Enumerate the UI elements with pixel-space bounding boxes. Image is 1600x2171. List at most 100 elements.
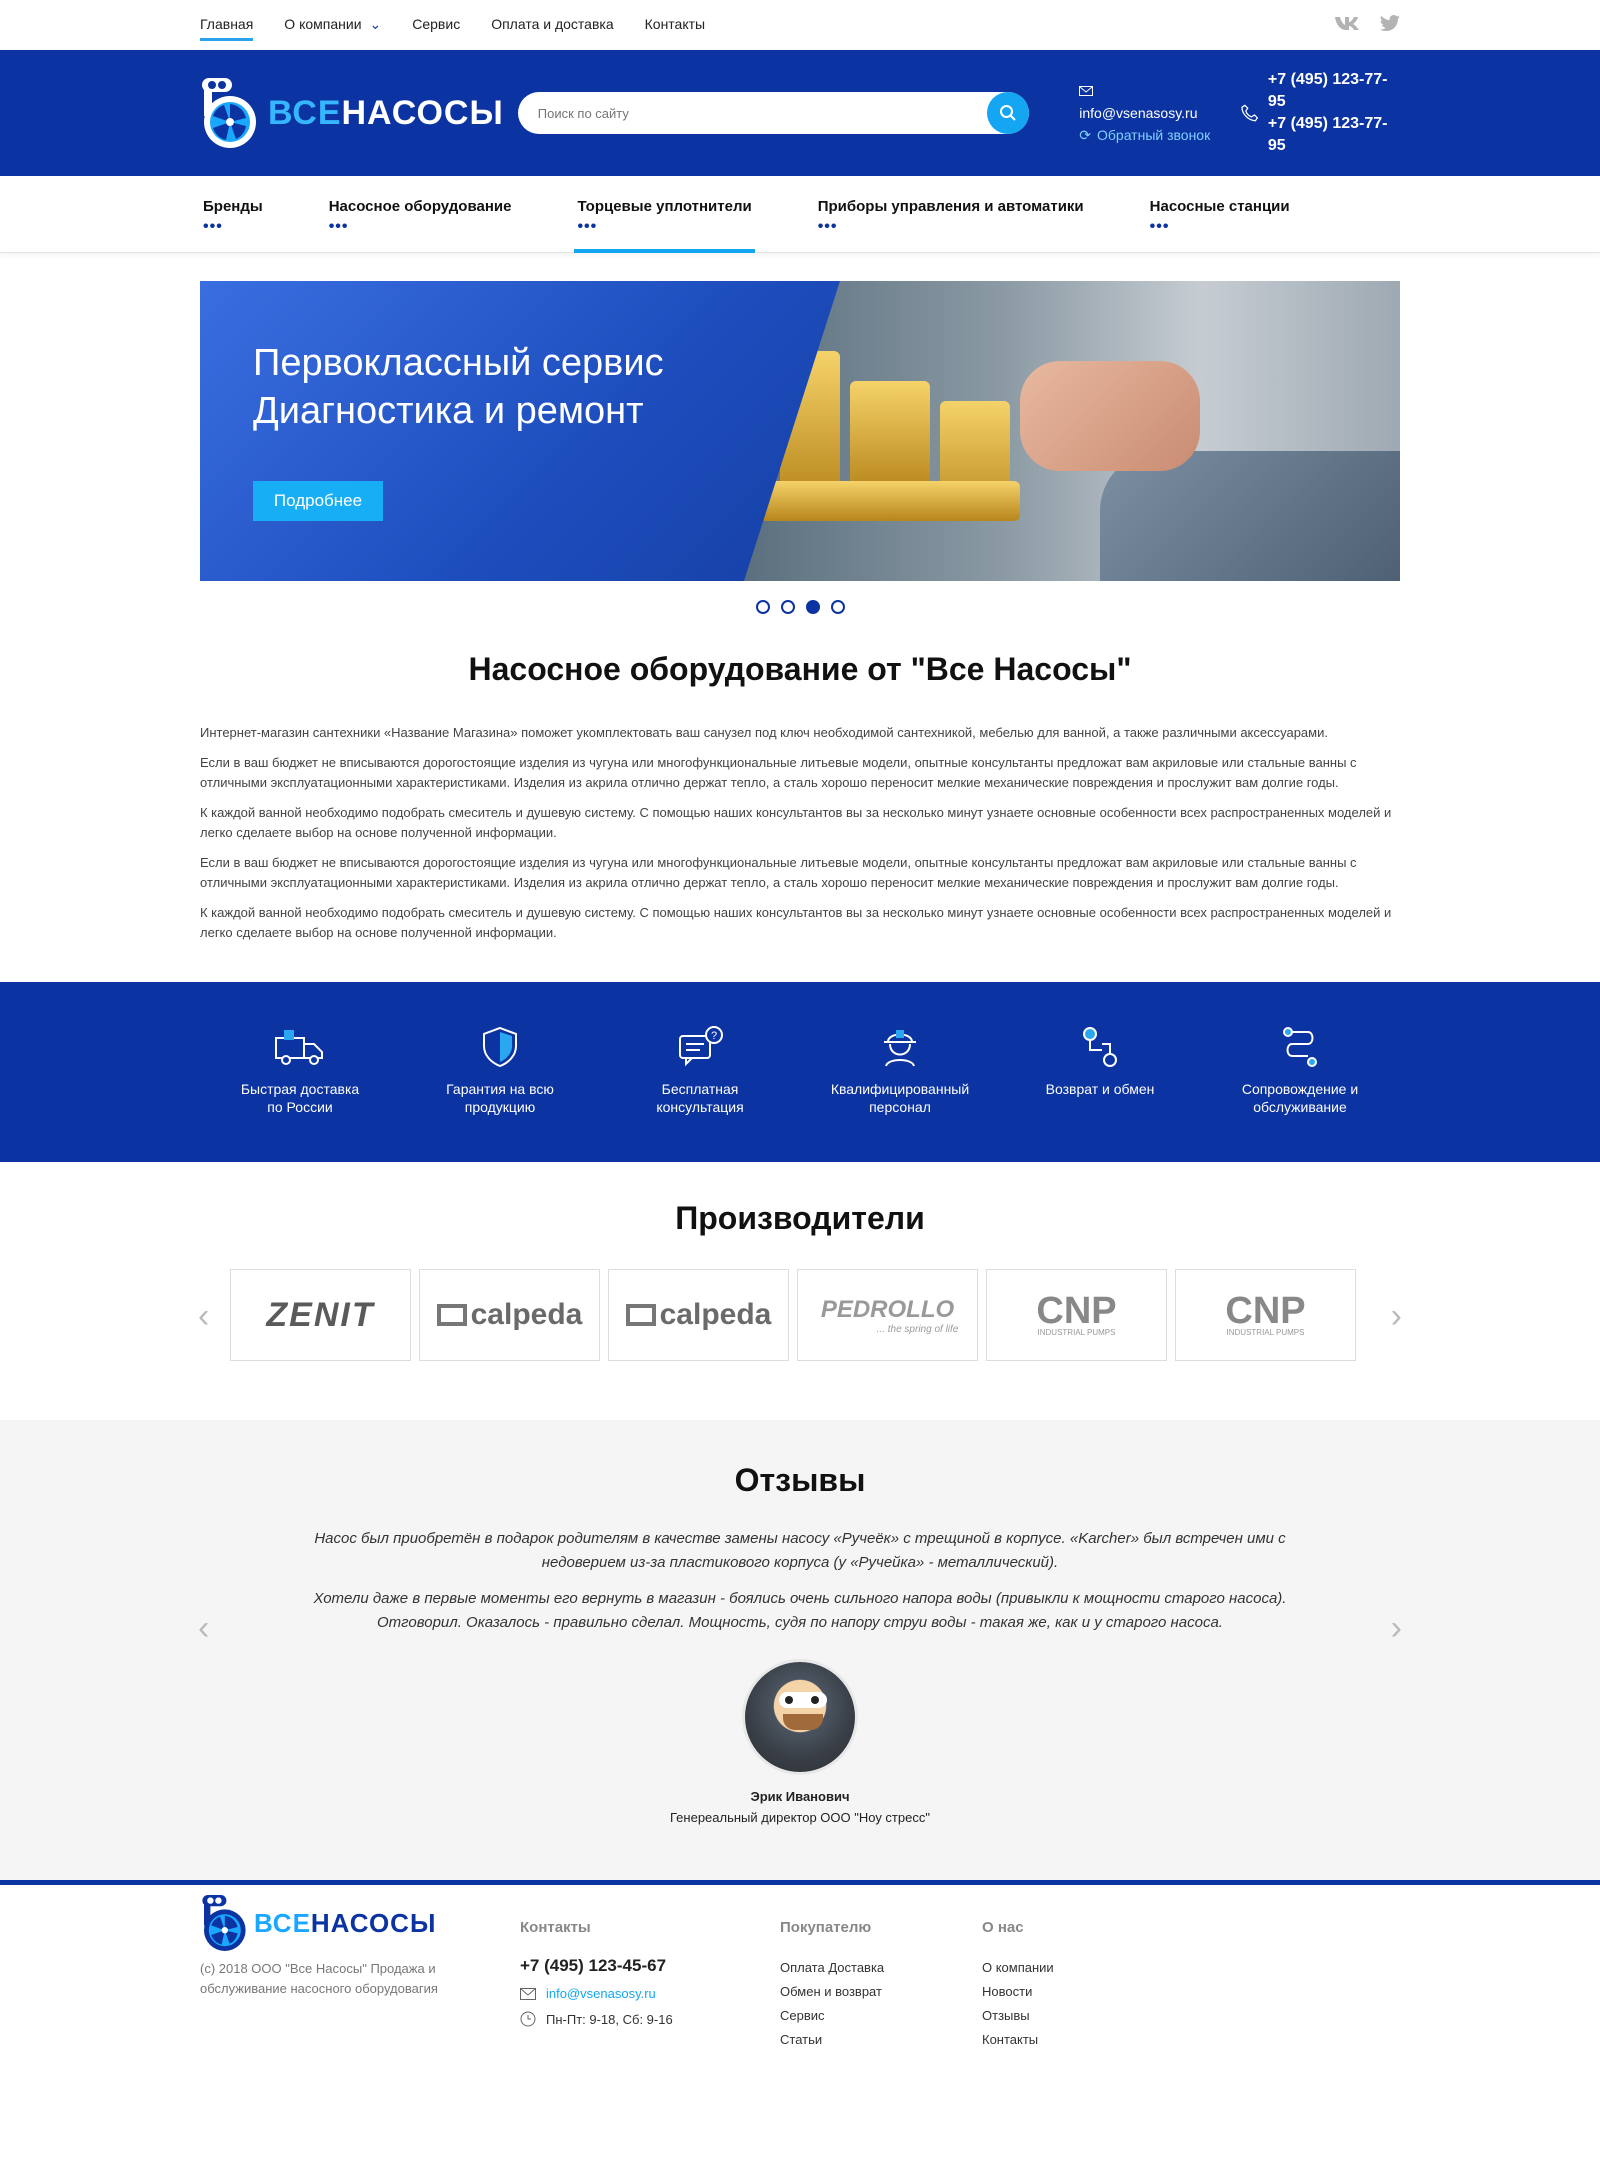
social-links	[1334, 14, 1400, 36]
twitter-icon[interactable]	[1380, 14, 1400, 36]
site-header: ВСЕНАСОСЫ info@vsenasosy.ru ⟳ Обратный зв…	[0, 50, 1600, 176]
more-dots-icon: •••	[203, 218, 223, 235]
brand-logo-text: CNP	[1225, 1289, 1306, 1332]
top-nav-payment[interactable]: Оплата и доставка	[491, 10, 613, 41]
category-label: Бренды	[203, 198, 263, 215]
slider-dot-2[interactable]	[780, 600, 795, 614]
worker-icon	[884, 1030, 916, 1067]
top-nav-about[interactable]: О компании	[284, 10, 381, 41]
callback-link[interactable]: ⟳ Обратный звонок	[1079, 124, 1210, 146]
footer-hours: Пн-Пт: 9-18, Сб: 9-16	[546, 2011, 673, 2027]
slider-dot-1[interactable]	[755, 600, 770, 614]
category-pump-stations[interactable]: Насосные станции •••	[1147, 176, 1293, 253]
reviews-title: Отзывы	[734, 1462, 866, 1498]
header-email-row[interactable]: info@vsenasosy.ru	[1079, 80, 1210, 124]
feature-label: Бесплатная	[661, 1081, 739, 1097]
search-button[interactable]	[987, 92, 1030, 134]
brand-calpeda[interactable]: calpeda	[608, 1269, 789, 1361]
brand-list: ZENIT calpeda calpeda PEDROLLO ... the s…	[230, 1269, 1356, 1361]
footer-link[interactable]: Статьи	[780, 2028, 982, 2052]
top-nav-home[interactable]: Главная	[200, 10, 254, 41]
brand-pedrollo[interactable]: PEDROLLO ... the spring of life	[797, 1269, 978, 1361]
category-control-devices[interactable]: Приборы управления и автоматики •••	[815, 176, 1087, 253]
feature-return: Возврат и обмен	[1020, 982, 1180, 1116]
top-nav-contacts[interactable]: Контакты	[645, 10, 705, 41]
brand-cnp[interactable]: CNP INDUSTRIAL PUMPS	[986, 1269, 1167, 1361]
footer-contacts: Контакты +7 (495) 123-45-67 info@vsenaso…	[520, 1895, 780, 2052]
category-mechanical-seals[interactable]: Торцевые уплотнители •••	[574, 176, 755, 253]
slider-dot-3[interactable]	[805, 600, 820, 614]
vk-icon[interactable]	[1334, 15, 1360, 36]
footer-link[interactable]: Новости	[982, 1980, 1182, 2004]
brand-logo-text: CNP	[1036, 1289, 1117, 1332]
features-band: Быстрая доставка по России Гарантия на в…	[0, 982, 1600, 1162]
brand-logo-text: calpeda	[659, 1298, 772, 1331]
search-input[interactable]	[537, 105, 978, 121]
footer-link[interactable]: Отзывы	[982, 2004, 1182, 2028]
hero-more-button[interactable]: Подробнее	[253, 481, 383, 521]
top-nav-service[interactable]: Сервис	[412, 10, 460, 41]
review-paragraph: Хотели даже в первые моменты его вернуть…	[313, 1590, 1287, 1631]
brand-tagline: INDUSTRIAL PUMPS	[1226, 1327, 1305, 1337]
feature-label: Быстрая доставка	[240, 1081, 360, 1097]
footer-buyer-heading: Покупателю	[780, 1919, 872, 1936]
brands-carousel: ‹ ZENIT calpeda calpeda PEDROLLO ... the…	[198, 1269, 1402, 1361]
footer-hours-row: Пн-Пт: 9-18, Сб: 9-16	[520, 2011, 780, 2027]
search-bar	[517, 92, 1030, 134]
chevron-left-icon[interactable]: ‹	[198, 1297, 209, 1336]
footer-copyright: (c) 2018 ООО "Все Насосы" Продажа и обсл…	[200, 1961, 438, 1996]
footer-link[interactable]: Сервис	[780, 2004, 982, 2028]
header-contacts: info@vsenasosy.ru ⟳ Обратный звонок	[1079, 80, 1210, 146]
site-logo[interactable]: ВСЕНАСОСЫ	[200, 78, 504, 148]
producers-title: Производители	[675, 1200, 925, 1236]
mail-icon	[1079, 86, 1094, 96]
brand-logo-text: PEDROLLO	[820, 1295, 955, 1323]
footer-link[interactable]: Обмен и возврат	[780, 1980, 982, 2004]
footer-email-row[interactable]: info@vsenasosy.ru	[520, 1986, 780, 2001]
chat-icon: ?	[679, 1026, 723, 1067]
chevron-right-icon[interactable]: ›	[1391, 1297, 1402, 1336]
footer-phone[interactable]: +7 (495) 123-45-67	[520, 1956, 780, 1976]
footer-link[interactable]: Оплата Доставка	[780, 1956, 982, 1980]
category-brands[interactable]: Бренды •••	[200, 176, 266, 253]
feature-label: обслуживание	[1253, 1099, 1347, 1115]
feature-label: продукцию	[464, 1099, 536, 1115]
brand-tagline: INDUSTRIAL PUMPS	[1037, 1327, 1116, 1337]
more-dots-icon: •••	[817, 218, 838, 235]
brand-zenit[interactable]: ZENIT	[230, 1269, 411, 1361]
search-icon	[1000, 105, 1016, 121]
slider-dot-4[interactable]	[830, 600, 845, 614]
pump-logo-icon	[200, 78, 258, 148]
footer-email: info@vsenasosy.ru	[546, 1986, 656, 2001]
chevron-right-icon[interactable]: ›	[1391, 1609, 1402, 1648]
header-phone-2[interactable]: +7 (495) 123-77-95	[1268, 113, 1400, 157]
hero-title: Первоклассный сервис Диагностика и ремон…	[253, 339, 664, 435]
truck-icon	[275, 1030, 323, 1065]
feature-delivery: Быстрая доставка по России	[220, 982, 380, 1116]
footer-logo[interactable]: ВСЕНАСОСЫ	[200, 1895, 520, 1951]
logo-suffix: НАСОСЫ	[310, 1907, 437, 1938]
footer-link[interactable]: О компании	[982, 1956, 1182, 1980]
feature-label: по России	[267, 1099, 333, 1115]
brand-cnp[interactable]: CNP INDUSTRIAL PUMPS	[1175, 1269, 1356, 1361]
feature-label: Гарантия на всю	[446, 1081, 554, 1097]
category-pump-equipment[interactable]: Насосное оборудование •••	[326, 176, 515, 253]
footer-buyer: Покупателю Оплата Доставка Обмен и возвр…	[780, 1895, 982, 2052]
reviews-section: Отзывы ‹ › Насос был приобретён в подаро…	[0, 1420, 1600, 1880]
chevron-left-icon[interactable]: ‹	[198, 1609, 209, 1648]
reviewer-name: Эрик Иванович	[750, 1789, 850, 1804]
header-phone-1[interactable]: +7 (495) 123-77-95	[1268, 69, 1400, 113]
category-label: Торцевые уплотнители	[577, 198, 752, 215]
feature-label: персонал	[869, 1099, 931, 1115]
footer-link[interactable]: Контакты	[982, 2028, 1182, 2052]
slider-dots	[0, 600, 1600, 614]
hero-slider: Первоклассный сервис Диагностика и ремон…	[200, 281, 1400, 581]
brand-calpeda[interactable]: calpeda	[419, 1269, 600, 1361]
intro-paragraph: Интернет-магазин сантехники «Название Ма…	[200, 725, 1328, 740]
brand-logo-text: calpeda	[470, 1298, 583, 1331]
refresh-icon: ⟳	[1079, 127, 1091, 143]
feature-support: Сопровождение и обслуживание	[1220, 982, 1380, 1116]
intro-title: Насосное оборудование от "Все Насосы"	[468, 651, 1132, 687]
header-email: info@vsenasosy.ru	[1079, 105, 1198, 121]
top-nav: Главная О компании Сервис Оплата и доста…	[200, 10, 705, 41]
